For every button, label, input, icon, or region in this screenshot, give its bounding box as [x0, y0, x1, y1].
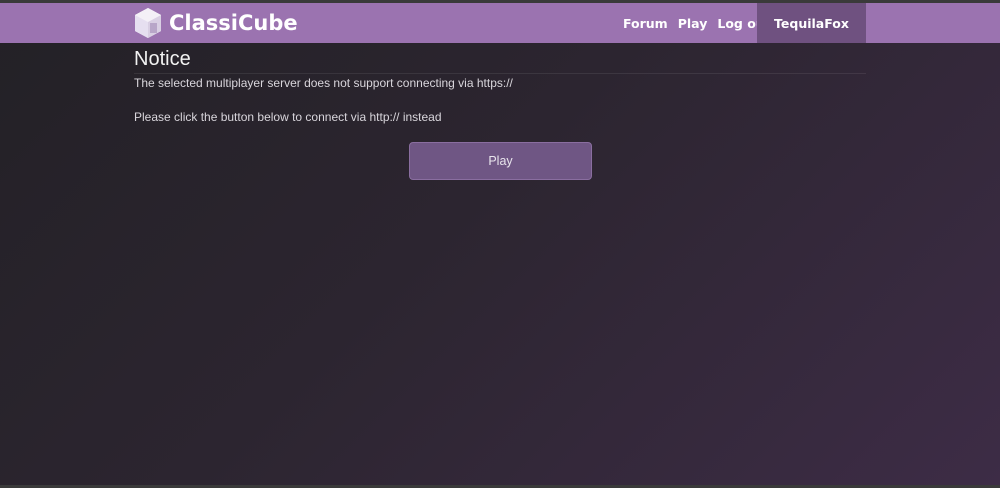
https-warning-text: The selected multiplayer server does not… [134, 76, 513, 90]
nav-forum-link[interactable]: Forum [618, 16, 673, 31]
user-menu[interactable]: TequilaFox [757, 3, 866, 43]
notice-content: Notice The selected multiplayer server d… [134, 46, 866, 124]
navbar: ClassiCube Forum Play Log out TequilaFox [0, 3, 1000, 43]
play-button[interactable]: Play [409, 142, 592, 180]
username-label[interactable]: TequilaFox [774, 16, 849, 31]
nav-play-link[interactable]: Play [673, 16, 713, 31]
brand-name: ClassiCube [169, 11, 298, 35]
http-instruction-text: Please click the button below to connect… [134, 110, 442, 124]
brand-link[interactable]: ClassiCube [134, 7, 298, 39]
title-divider [134, 73, 866, 74]
page-title: Notice [134, 48, 191, 70]
nav-links: Forum Play Log out [618, 3, 776, 43]
classicube-logo-icon [135, 8, 161, 38]
